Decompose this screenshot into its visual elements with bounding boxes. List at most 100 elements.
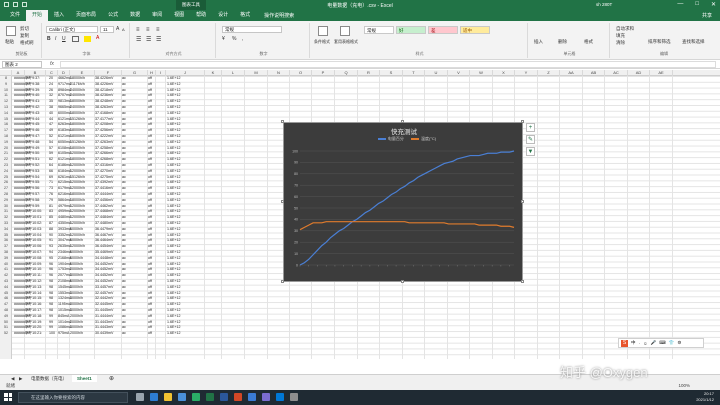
- align-center-icon[interactable]: ☰: [146, 36, 151, 43]
- function-icon[interactable]: fx: [50, 61, 54, 67]
- start-button[interactable]: [4, 393, 12, 401]
- close-button[interactable]: ✕: [711, 1, 716, 8]
- taskbar-search[interactable]: 在这里输入你要搜索的内容: [18, 392, 128, 403]
- tab-5[interactable]: 数据: [124, 10, 146, 21]
- tab-9[interactable]: 设计: [212, 10, 234, 21]
- emoji-icon[interactable]: ☺: [643, 341, 648, 346]
- explorer-icon[interactable]: [164, 393, 172, 401]
- copy-button[interactable]: 复制: [20, 33, 29, 39]
- font-size-select[interactable]: 11: [100, 26, 114, 33]
- zoom-level[interactable]: 100%: [678, 383, 690, 388]
- format-cells-button[interactable]: 格式: [584, 39, 593, 45]
- powerpoint-icon[interactable]: [234, 393, 242, 401]
- style-good[interactable]: 好: [396, 26, 426, 34]
- style-normal[interactable]: 常规: [364, 26, 394, 34]
- photos-icon[interactable]: [262, 393, 270, 401]
- tab-6[interactable]: 审阅: [146, 10, 168, 21]
- cell-c[interactable]: 100: [49, 331, 55, 337]
- align-middle-icon[interactable]: ≡: [146, 27, 150, 33]
- resize-handle[interactable]: [281, 280, 284, 283]
- resize-handle[interactable]: [401, 120, 404, 123]
- edge-icon[interactable]: [150, 393, 158, 401]
- punctuation-icon[interactable]: ·: [639, 341, 641, 346]
- tab-3[interactable]: 页面布局: [70, 10, 102, 21]
- paste-button[interactable]: 粘贴: [5, 39, 14, 45]
- table-format-button[interactable]: 套用表格格式: [334, 39, 358, 45]
- resize-handle[interactable]: [521, 200, 524, 203]
- paste-icon[interactable]: [6, 26, 16, 36]
- maximize-button[interactable]: □: [695, 1, 699, 8]
- cell-e[interactable]: 2000h/h: [70, 331, 83, 337]
- resize-handle[interactable]: [401, 280, 404, 283]
- system-clock[interactable]: 20:17 2021/1/12: [696, 391, 714, 403]
- find-select-button[interactable]: 查找和选择: [682, 39, 705, 45]
- italic-icon[interactable]: I: [55, 36, 56, 42]
- task-view-icon[interactable]: [136, 393, 144, 401]
- border-icon[interactable]: [72, 36, 79, 42]
- format-painter-button[interactable]: 格式刷: [20, 40, 34, 46]
- mail-icon[interactable]: [276, 393, 284, 401]
- align-left-icon[interactable]: ☰: [136, 36, 141, 43]
- conditional-format-icon[interactable]: [318, 26, 328, 36]
- percent-icon[interactable]: %: [232, 36, 236, 42]
- chart-elements-button[interactable]: +: [526, 123, 535, 132]
- tab-10[interactable]: 格式: [234, 10, 256, 21]
- tell-me-search[interactable]: 操作说明搜索: [264, 12, 294, 19]
- comma-icon[interactable]: ,: [242, 36, 243, 42]
- autosum-button[interactable]: 自动求和: [616, 26, 634, 32]
- shrink-font-icon[interactable]: A: [122, 27, 125, 32]
- tab-2[interactable]: 插入: [48, 10, 70, 21]
- chart-styles-icon[interactable]: ✎: [526, 135, 535, 144]
- cell-h[interactable]: off: [148, 331, 152, 337]
- skin-icon[interactable]: 👕: [669, 340, 675, 346]
- font-name-select[interactable]: Calibri (正文): [46, 26, 98, 33]
- cell-f[interactable]: 30.4439mV: [95, 331, 113, 337]
- formula-input[interactable]: [60, 61, 716, 68]
- table-format-icon[interactable]: [340, 26, 350, 36]
- resize-handle[interactable]: [281, 120, 284, 123]
- insert-cells-button[interactable]: 插入: [534, 39, 543, 45]
- sogou-icon[interactable]: S: [621, 339, 628, 347]
- conditional-format-button[interactable]: 条件格式: [314, 39, 330, 45]
- fill-color-icon[interactable]: [84, 36, 91, 42]
- align-right-icon[interactable]: ☰: [156, 36, 161, 43]
- cut-button[interactable]: 剪切: [20, 26, 29, 32]
- cell-d[interactable]: 975mA: [58, 331, 69, 337]
- share-button[interactable]: 共享: [702, 12, 712, 19]
- row-number[interactable]: 52: [0, 331, 12, 337]
- tab-8[interactable]: 帮助: [190, 10, 212, 21]
- align-bottom-icon[interactable]: ≡: [156, 27, 160, 33]
- excel-icon[interactable]: [206, 393, 214, 401]
- font-color-icon[interactable]: A: [96, 35, 99, 41]
- number-format-select[interactable]: 常规: [222, 26, 282, 33]
- grow-font-icon[interactable]: A: [116, 26, 119, 32]
- microphone-icon[interactable]: 🎤: [651, 340, 657, 346]
- cell-i[interactable]: 1.6E+12: [167, 331, 181, 337]
- tab-0[interactable]: 文件: [4, 10, 26, 21]
- resize-handle[interactable]: [521, 280, 524, 283]
- sort-filter-button[interactable]: 排序和筛选: [648, 39, 671, 45]
- ime-toolbar[interactable]: S 中 · ☺ 🎤 ⌨ 👕 ⚙: [618, 338, 704, 348]
- fill-button[interactable]: 填充: [616, 33, 625, 39]
- style-neutral[interactable]: 适中: [460, 26, 490, 34]
- other-icon[interactable]: [290, 393, 298, 401]
- settings-icon[interactable]: ⚙: [677, 340, 681, 346]
- tab-7[interactable]: 视图: [168, 10, 190, 21]
- name-box[interactable]: 图表 2: [2, 61, 42, 68]
- resize-handle[interactable]: [281, 200, 284, 203]
- store-icon[interactable]: [178, 393, 186, 401]
- delete-cells-button[interactable]: 删除: [558, 39, 567, 45]
- chart-filter-icon[interactable]: ▼: [526, 147, 535, 156]
- minimize-button[interactable]: —: [677, 1, 683, 8]
- wechat-icon[interactable]: [192, 393, 200, 401]
- tab-4[interactable]: 公式: [102, 10, 124, 21]
- cell-b[interactable]: 下午10:21:: [25, 331, 42, 337]
- clear-button[interactable]: 清除: [616, 40, 625, 46]
- bold-icon[interactable]: B: [47, 36, 51, 42]
- currency-icon[interactable]: ¥: [222, 36, 225, 42]
- ime-mode[interactable]: 中: [631, 340, 636, 346]
- tab-1[interactable]: 开始: [26, 10, 49, 21]
- align-top-icon[interactable]: ≡: [136, 27, 140, 33]
- style-bad[interactable]: 差: [428, 26, 458, 34]
- underline-icon[interactable]: U: [62, 36, 66, 42]
